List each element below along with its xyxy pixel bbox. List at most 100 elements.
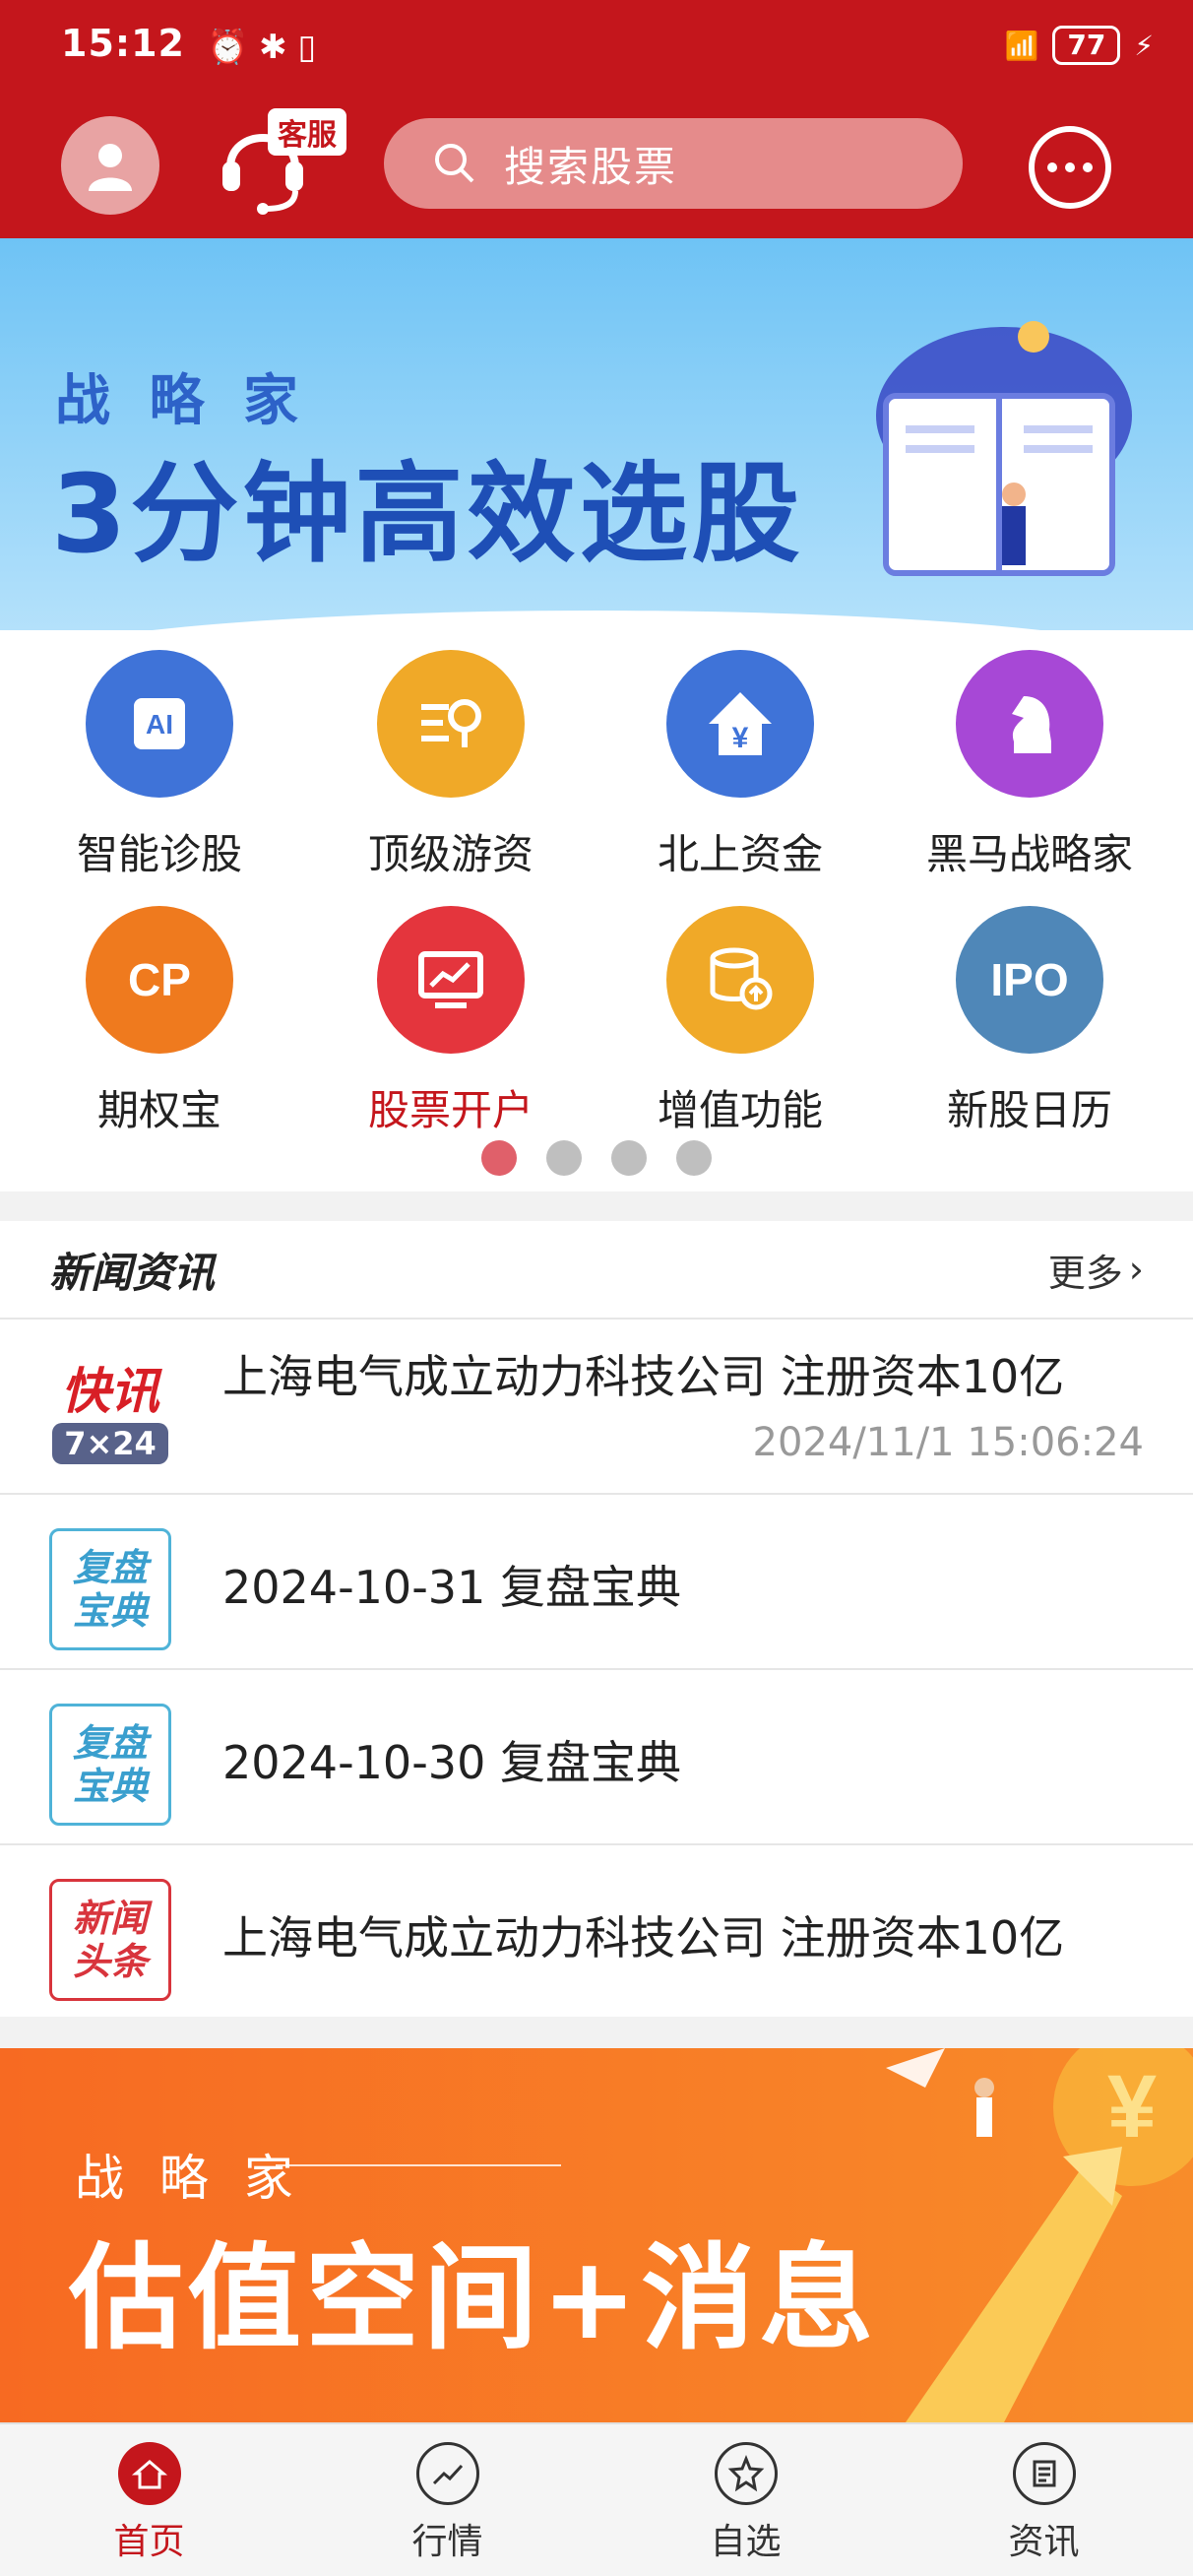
coin-stack-icon (666, 906, 814, 1054)
search-placeholder: 搜索股票 (504, 142, 678, 191)
news-header: 新闻资讯 更多 › (0, 1221, 1193, 1320)
bottom-nav: 首页 行情 自选 资讯 (0, 2422, 1193, 2576)
charging-icon: ⚡ (1134, 29, 1154, 62)
nav-label: 行情 (411, 2522, 483, 2562)
svg-text:¥: ¥ (1107, 2058, 1157, 2157)
banner-subtitle: 战 略 家 (55, 369, 308, 433)
page-dot[interactable] (676, 1140, 712, 1176)
growth-arrow-illustration-icon: ¥ (886, 2048, 1193, 2422)
kuaixun-badge-icon: 快讯 7×24 (49, 1353, 171, 1475)
menu-label: 智能诊股 (76, 830, 242, 878)
menu-label: 黑马战略家 (925, 830, 1133, 878)
promo-banner-bottom[interactable]: 战 略 家 估值空间+消息 ¥ (0, 2048, 1193, 2422)
menu-label: 期权宝 (96, 1086, 221, 1134)
banner-title: 3分钟高效选股 (51, 451, 804, 577)
menu-item-youzi[interactable]: 顶级游资 (303, 650, 598, 881)
fupan-badge-icon: 复盘 宝典 (49, 1704, 171, 1826)
book-illustration-icon (876, 321, 1132, 576)
badge-top-text: 复盘 (72, 1721, 148, 1765)
search-input[interactable]: 搜索股票 (384, 118, 963, 209)
badge-bottom-text: 头条 (72, 1940, 148, 1983)
promo-banner-top[interactable]: 战 略 家 3分钟高效选股 (0, 238, 1193, 642)
page-dot[interactable] (481, 1140, 517, 1176)
news-title: 新闻资讯 (49, 1248, 216, 1297)
menu-item-qiquan[interactable]: CP 期权宝 (12, 906, 307, 1137)
yuan-house-icon: ¥ (666, 650, 814, 798)
menu-label: 北上资金 (657, 830, 823, 878)
news-headline: 上海电气成立动力科技公司 注册资本10亿 (222, 1350, 1065, 1403)
news-item[interactable]: 复盘 宝典 2024-10-31 复盘宝典 (0, 1495, 1193, 1670)
trend-icon (415, 2442, 479, 2505)
menu-item-zhineng[interactable]: AI 智能诊股 (12, 650, 307, 881)
page-dot[interactable] (611, 1140, 647, 1176)
page-dot[interactable] (546, 1140, 582, 1176)
news-item[interactable]: 复盘 宝典 2024-10-30 复盘宝典 (0, 1670, 1193, 1845)
nav-label: 首页 (113, 2522, 185, 2562)
badge-bottom-text: 7×24 (52, 1423, 168, 1464)
status-icons: ⏰ ✱ ▯ (207, 28, 317, 67)
ipo-icon: IPO (956, 906, 1103, 1054)
news-headline: 2024-10-30 复盘宝典 (222, 1736, 681, 1789)
toutiao-badge-icon: 新闻 头条 (49, 1879, 171, 2001)
status-right: 📶 77 ⚡ (1004, 26, 1154, 65)
search-list-icon (377, 650, 525, 798)
more-label: 更多 (1047, 1251, 1123, 1295)
badge-top-text: 新闻 (72, 1897, 148, 1940)
news-headline: 2024-10-31 复盘宝典 (222, 1561, 681, 1614)
news-time: 2024/11/1 15:06:24 (752, 1420, 1144, 1465)
chevron-right-icon: › (1128, 1248, 1144, 1291)
nav-market[interactable]: 行情 (298, 2424, 596, 2576)
news-section: 新闻资讯 更多 › 快讯 7×24 上海电气成立动力科技公司 注册资本10亿 2… (0, 1221, 1193, 2017)
feature-grid: AI 智能诊股 顶级游资 ¥ 北上资金 黑马战略家 CP 期权宝 股票开户 增值… (0, 630, 1193, 1191)
svg-text:AI: AI (146, 709, 173, 740)
badge-top-text: 快讯 (61, 1363, 159, 1420)
nav-watchlist[interactable]: 自选 (596, 2424, 895, 2576)
home-icon (117, 2442, 181, 2505)
user-icon (89, 144, 132, 191)
menu-label: 股票开户 (367, 1086, 534, 1134)
fupan-badge-icon: 复盘 宝典 (49, 1528, 171, 1650)
menu-label: 增值功能 (657, 1086, 823, 1134)
svg-text:IPO: IPO (990, 954, 1068, 1005)
nav-label: 资讯 (1008, 2522, 1080, 2562)
news-icon (1012, 2442, 1076, 2505)
chess-knight-icon (956, 650, 1103, 798)
nav-label: 自选 (710, 2522, 782, 2562)
banner-divider (276, 2164, 561, 2166)
nav-home[interactable]: 首页 (0, 2424, 298, 2576)
menu-item-heima[interactable]: 黑马战略家 (882, 650, 1177, 881)
star-icon (714, 2442, 778, 2505)
news-item[interactable]: 快讯 7×24 上海电气成立动力科技公司 注册资本10亿 2024/11/1 1… (0, 1320, 1193, 1495)
nav-news[interactable]: 资讯 (895, 2424, 1193, 2576)
menu-item-beishang[interactable]: ¥ 北上资金 (593, 650, 888, 881)
page-indicator (0, 1140, 1193, 1176)
news-more-link[interactable]: 更多 › (1048, 1243, 1144, 1297)
menu-item-kaihu[interactable]: 股票开户 (303, 906, 598, 1137)
message-dot (1065, 162, 1075, 172)
message-dot (1047, 162, 1057, 172)
message-button[interactable] (1029, 126, 1111, 209)
wifi-icon: 📶 (1004, 29, 1039, 62)
monitor-chart-icon (377, 906, 525, 1054)
message-dot (1083, 162, 1093, 172)
svg-text:CP: CP (128, 954, 191, 1005)
menu-item-xingu[interactable]: IPO 新股日历 (882, 906, 1177, 1137)
kefu-badge: 客服 (268, 108, 346, 156)
avatar[interactable] (61, 116, 159, 215)
menu-item-zengzhi[interactable]: 增值功能 (593, 906, 888, 1137)
search-icon (435, 144, 474, 183)
menu-label: 顶级游资 (367, 830, 534, 878)
battery-indicator: 77 (1052, 26, 1121, 65)
customer-service-button[interactable]: 客服 (219, 108, 346, 217)
cp-icon: CP (86, 906, 233, 1054)
menu-label: 新股日历 (946, 1086, 1112, 1134)
badge-bottom-text: 宝典 (72, 1765, 148, 1808)
banner-title: 估值空间+消息 (69, 2232, 878, 2365)
badge-bottom-text: 宝典 (72, 1589, 148, 1633)
news-item[interactable]: 新闻 头条 上海电气成立动力科技公司 注册资本10亿 (0, 1845, 1193, 2021)
svg-text:¥: ¥ (732, 722, 749, 754)
status-time: 15:12 (61, 22, 185, 65)
banner-subtitle: 战 略 家 (75, 2150, 303, 2207)
app-header: 15:12 ⏰ ✱ ▯ 📶 77 ⚡ 客服 搜索股票 (0, 0, 1193, 238)
ai-chip-icon: AI (86, 650, 233, 798)
